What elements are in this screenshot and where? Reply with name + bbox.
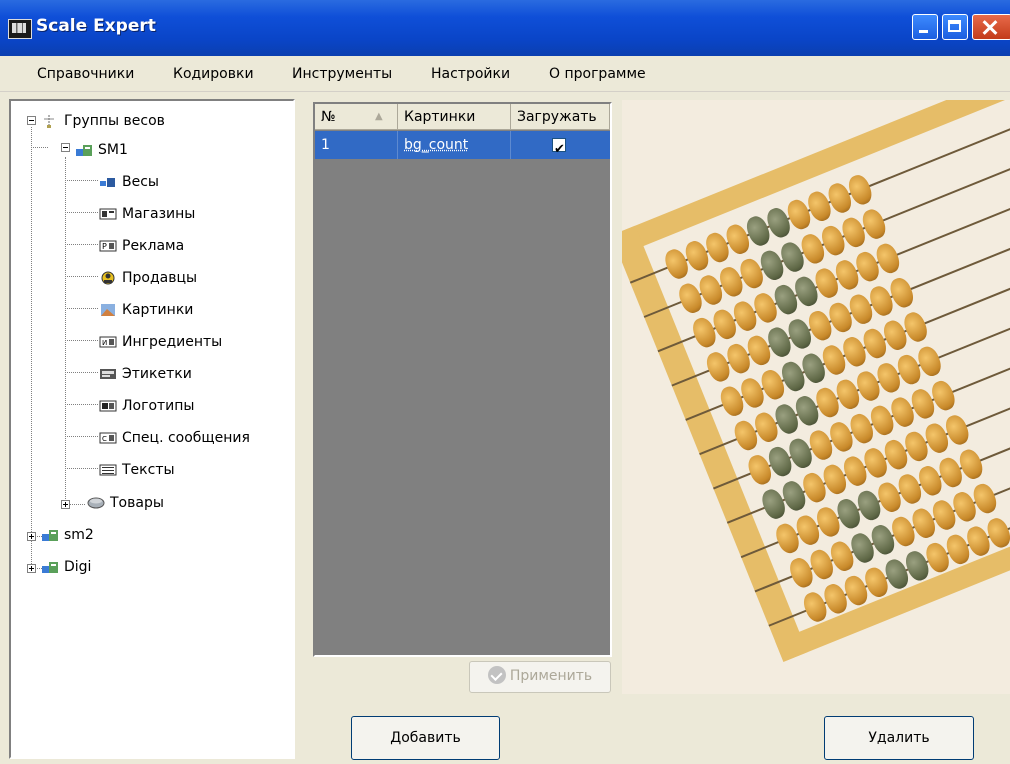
maximize-button[interactable] <box>942 14 968 40</box>
tree-label: sm2 <box>64 527 94 543</box>
cell-number[interactable]: 1 <box>315 131 398 159</box>
advert-icon: P <box>99 238 117 252</box>
menu-bar: Справочники Кодировки Инструменты Настро… <box>0 56 1010 92</box>
title-bar: Scale Expert <box>0 0 1010 56</box>
tree-label: Продавцы <box>122 270 197 286</box>
svg-text:И: И <box>102 339 107 347</box>
close-button[interactable] <box>972 14 1010 40</box>
tree-label: Digi <box>64 559 91 575</box>
tree-goods-expand[interactable] <box>61 500 70 509</box>
tree-label: Картинки <box>122 302 193 318</box>
store-icon <box>99 206 117 220</box>
tree-item-ingredients[interactable]: И Ингредиенты <box>99 331 222 353</box>
tree-sm2-expand[interactable] <box>27 532 36 541</box>
tree-digi-expand[interactable] <box>27 564 36 573</box>
tree-item-pictures[interactable]: Картинки <box>99 299 193 321</box>
text-icon <box>99 462 117 476</box>
window-title: Scale Expert <box>36 16 156 36</box>
tree-label: Логотипы <box>122 398 194 414</box>
scale-group-icon <box>41 559 59 573</box>
table-row[interactable]: 1 bg_count <box>315 131 610 159</box>
tree-label: Тексты <box>122 462 175 478</box>
tree-label: SM1 <box>98 142 128 158</box>
scale-group-icon <box>75 142 93 156</box>
column-header-pictures[interactable]: Картинки <box>398 104 511 130</box>
tree-item-advertising[interactable]: P Реклама <box>99 235 184 257</box>
minimize-button[interactable] <box>912 14 938 40</box>
cell-picture[interactable]: bg_count <box>398 131 511 159</box>
tree-root-collapse[interactable] <box>27 116 36 125</box>
tree-item-texts[interactable]: Тексты <box>99 459 175 481</box>
tree-item-digi[interactable]: Digi <box>41 556 91 578</box>
apply-button[interactable]: Применить <box>469 661 611 693</box>
column-label: № <box>321 109 336 125</box>
tree-item-scales[interactable]: Весы <box>99 171 159 193</box>
menu-about[interactable]: О программе <box>549 66 646 82</box>
menu-tools[interactable]: Инструменты <box>292 66 392 82</box>
scales-icon <box>99 174 117 188</box>
column-header-load[interactable]: Загружать <box>511 104 610 130</box>
groups-tree[interactable]: Группы весов SM1 Весы Магазины P Реклама … <box>9 99 295 759</box>
seller-icon <box>99 270 117 284</box>
tree-label: Этикетки <box>122 366 192 382</box>
tree-item-logos[interactable]: Логотипы <box>99 395 194 417</box>
tree-item-special-messages[interactable]: C Спец. сообщения <box>99 427 250 449</box>
menu-references[interactable]: Справочники <box>37 66 134 82</box>
ingredients-icon: И <box>99 334 117 348</box>
app-icon <box>8 19 32 39</box>
pictures-grid[interactable]: № ▲ Картинки Загружать 1 bg_count <box>313 102 612 657</box>
apply-label: Применить <box>510 668 592 684</box>
label-icon <box>99 366 117 380</box>
tree-label: Спец. сообщения <box>122 430 250 446</box>
message-icon: C <box>99 430 117 444</box>
delete-button[interactable]: Удалить <box>824 716 974 760</box>
add-button[interactable]: Добавить <box>351 716 500 760</box>
sort-arrow-icon: ▲ <box>375 104 383 130</box>
picture-icon <box>99 302 117 316</box>
scale-group-icon <box>41 527 59 541</box>
tree-item-goods[interactable]: Товары <box>87 492 164 514</box>
tree-label: Товары <box>110 495 164 511</box>
svg-text:P: P <box>102 242 107 251</box>
logo-icon <box>99 398 117 412</box>
tree-item-labels[interactable]: Этикетки <box>99 363 192 385</box>
tree-label: Ингредиенты <box>122 334 222 350</box>
grid-header: № ▲ Картинки Загружать <box>315 104 610 130</box>
goods-icon <box>87 495 105 509</box>
menu-settings[interactable]: Настройки <box>431 66 510 82</box>
tree-item-root[interactable]: Группы весов <box>41 110 165 132</box>
picture-preview <box>622 100 1010 694</box>
menu-encodings[interactable]: Кодировки <box>173 66 254 82</box>
column-header-number[interactable]: № ▲ <box>315 104 398 130</box>
tree-item-sellers[interactable]: Продавцы <box>99 267 197 289</box>
abacus-image <box>622 100 1010 662</box>
tree-label: Группы весов <box>64 113 165 129</box>
tree-sm1-collapse[interactable] <box>61 143 70 152</box>
cell-load[interactable] <box>511 131 610 159</box>
scale-group-icon <box>41 113 59 127</box>
tree-label: Реклама <box>122 238 184 254</box>
tree-label: Магазины <box>122 206 195 222</box>
tree-item-sm1[interactable]: SM1 <box>75 139 128 161</box>
tree-item-sm2[interactable]: sm2 <box>41 524 94 546</box>
tree-label: Весы <box>122 174 159 190</box>
load-checkbox[interactable] <box>552 138 566 152</box>
tree-item-stores[interactable]: Магазины <box>99 203 195 225</box>
check-circle-icon <box>488 666 506 684</box>
svg-text:C: C <box>102 435 107 443</box>
